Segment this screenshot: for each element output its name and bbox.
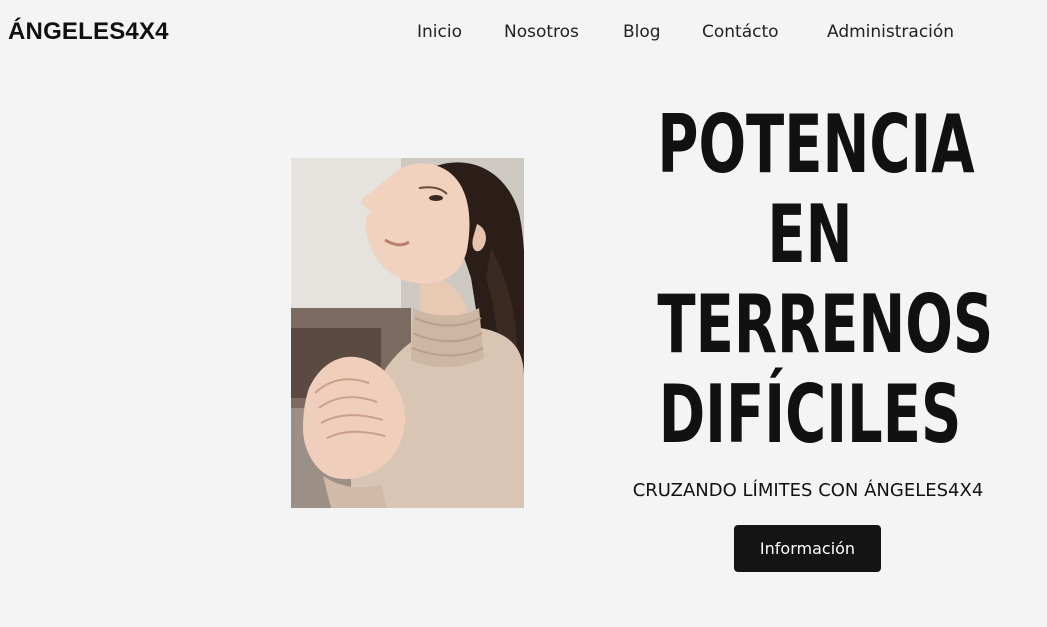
headline-line-1: POTENCIA (657, 98, 975, 191)
hero-image (291, 158, 524, 508)
nav-item-nosotros[interactable]: Nosotros (504, 22, 579, 42)
nav-item-administracion[interactable]: Administración (827, 22, 954, 42)
main-nav: Inicio Nosotros Blog Contácto Administra… (0, 22, 1047, 46)
hero-subtitle: CRUZANDO LÍMITES CON ÁNGELES4X4 (632, 480, 984, 501)
page: ÁNGELES4X4 Inicio Nosotros Blog Contácto… (0, 0, 1047, 627)
headline-line-2: EN (767, 188, 853, 281)
nav-item-contacto[interactable]: Contácto (702, 22, 779, 42)
headline-line-3: TERRENOS (657, 278, 994, 371)
hero-headline: POTENCIA EN TERRENOS DIFÍCILES (657, 98, 994, 461)
headline-line-4: DIFÍCILES (658, 368, 962, 461)
informacion-button[interactable]: Información (734, 525, 881, 572)
nav-item-inicio[interactable]: Inicio (417, 22, 462, 42)
nav-item-blog[interactable]: Blog (623, 22, 661, 42)
woman-praying-photo (291, 158, 524, 508)
